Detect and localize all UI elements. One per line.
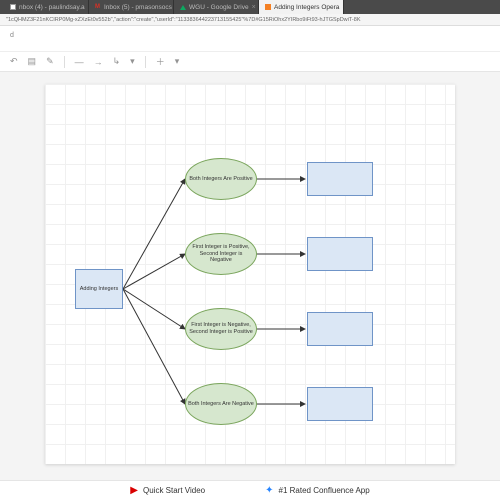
node-root[interactable]: Adding Integers	[75, 269, 123, 309]
connector-tool-icon[interactable]: ↳	[113, 56, 121, 67]
node-branch-2[interactable]: First Integer is Positive, Second Intege…	[185, 233, 257, 275]
toolbar-divider	[64, 56, 65, 68]
node-label: Adding Integers	[80, 286, 119, 293]
omnibox[interactable]: "1cQHMZ3F21nKCIRP0Mg-xZXzEt0v552b","acti…	[0, 14, 500, 26]
node-branch-1[interactable]: Both Integers Are Positive	[185, 158, 257, 200]
promo-label: Quick Start Video	[143, 486, 205, 495]
diagram-canvas[interactable]: Adding Integers Both Integers Are Positi…	[45, 84, 455, 464]
tab-wgu-drive[interactable]: WGU - Google Drive ×	[174, 0, 259, 14]
node-result-3[interactable]	[307, 312, 373, 346]
node-branch-3[interactable]: First Integer is Negative, Second Intege…	[185, 308, 257, 350]
drive-icon	[180, 4, 186, 10]
close-icon[interactable]: ×	[342, 4, 344, 11]
node-label: First Integer is Positive, Second Intege…	[188, 244, 254, 264]
node-result-4[interactable]	[307, 387, 373, 421]
tab-label: WGU - Google Drive	[189, 4, 249, 11]
close-icon[interactable]: ×	[252, 4, 256, 11]
canvas-area[interactable]: Adding Integers Both Integers Are Positi…	[0, 72, 500, 480]
line-tool-icon[interactable]: —	[75, 57, 84, 67]
node-label: Both Integers Are Positive	[189, 176, 252, 183]
app-header: d	[0, 26, 500, 52]
gmail-icon: M	[95, 4, 101, 10]
tab-label: Inbox (5) - pmasonsocs	[104, 4, 172, 11]
editor-toolbar: ↶ ▤ ✎ — → ↳ ▾ ＋ ▾	[0, 52, 500, 72]
tab-adding-integers[interactable]: Adding Integers Opera ×	[259, 0, 344, 14]
lucid-icon	[265, 4, 271, 10]
caret-down-icon[interactable]: ▾	[175, 56, 180, 67]
browser-tabstrip: nbox (4) - paulindsay.a × M Inbox (5) - …	[0, 0, 500, 14]
caret-down-icon[interactable]: ▾	[130, 56, 135, 67]
mail-icon	[10, 4, 16, 10]
tab-label: nbox (4) - paulindsay.a	[19, 4, 85, 11]
promo-label: #1 Rated Confluence App	[279, 486, 370, 495]
tab-inbox-pmason[interactable]: M Inbox (5) - pmasonsocs ×	[89, 0, 174, 14]
node-label: Both Integers Are Negative	[188, 401, 254, 408]
fill-icon[interactable]: ▤	[28, 56, 37, 67]
node-branch-4[interactable]: Both Integers Are Negative	[185, 383, 257, 425]
header-hint: d	[10, 32, 14, 39]
promo-quickstart[interactable]: ▶ Quick Start Video	[130, 485, 205, 496]
tab-label: Adding Integers Opera	[274, 4, 339, 11]
promo-bar: ▶ Quick Start Video ✦ #1 Rated Confluenc…	[0, 480, 500, 500]
arrow-tool-icon[interactable]: →	[94, 57, 103, 67]
node-result-1[interactable]	[307, 162, 373, 196]
url-text: "1cQHMZ3F21nKCIRP0Mg-xZXzEt0v552b","acti…	[6, 17, 361, 23]
tab-inbox-paul[interactable]: nbox (4) - paulindsay.a ×	[4, 0, 89, 14]
promo-confluence[interactable]: ✦ #1 Rated Confluence App	[265, 485, 370, 496]
undo-icon[interactable]: ↶	[10, 56, 18, 67]
youtube-icon: ▶	[130, 485, 138, 496]
confluence-icon: ✦	[265, 485, 273, 496]
plus-icon[interactable]: ＋	[156, 55, 165, 68]
node-label: First Integer is Negative, Second Intege…	[188, 322, 254, 335]
node-result-2[interactable]	[307, 237, 373, 271]
toolbar-divider	[145, 56, 146, 68]
pencil-icon[interactable]: ✎	[46, 56, 54, 67]
